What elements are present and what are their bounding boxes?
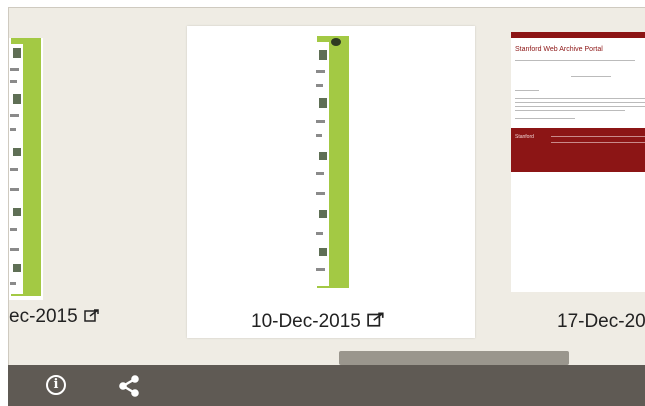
- external-link-icon[interactable]: [83, 306, 100, 328]
- capture-date-label[interactable]: 10-Dec-2015: [251, 311, 385, 333]
- bottom-toolbar: i: [8, 365, 645, 406]
- external-link-icon[interactable]: [367, 311, 385, 333]
- capture-card-current[interactable]: 10-Dec-2015: [187, 26, 475, 338]
- capture-date-label[interactable]: ec-2015: [9, 306, 100, 328]
- share-icon[interactable]: [116, 373, 142, 399]
- capture-thumbnail[interactable]: [9, 38, 43, 300]
- capture-date-label[interactable]: 17-Dec-20: [557, 311, 645, 333]
- capture-thumbnail[interactable]: Stanford Web Archive Portal Stanford: [511, 32, 645, 292]
- info-icon[interactable]: i: [46, 375, 66, 395]
- capture-carousel: ec-2015 10-Dec-2015 Stanford Web Archive…: [8, 7, 645, 366]
- carousel-scrollbar[interactable]: [339, 351, 569, 365]
- thumbnail-footer: Stanford: [511, 128, 645, 172]
- thumbnail-page-title: Stanford Web Archive Portal: [515, 46, 603, 53]
- capture-card-previous[interactable]: ec-2015: [9, 18, 119, 338]
- capture-thumbnail[interactable]: [313, 36, 351, 292]
- capture-card-next[interactable]: Stanford Web Archive Portal Stanford 17-…: [501, 26, 645, 338]
